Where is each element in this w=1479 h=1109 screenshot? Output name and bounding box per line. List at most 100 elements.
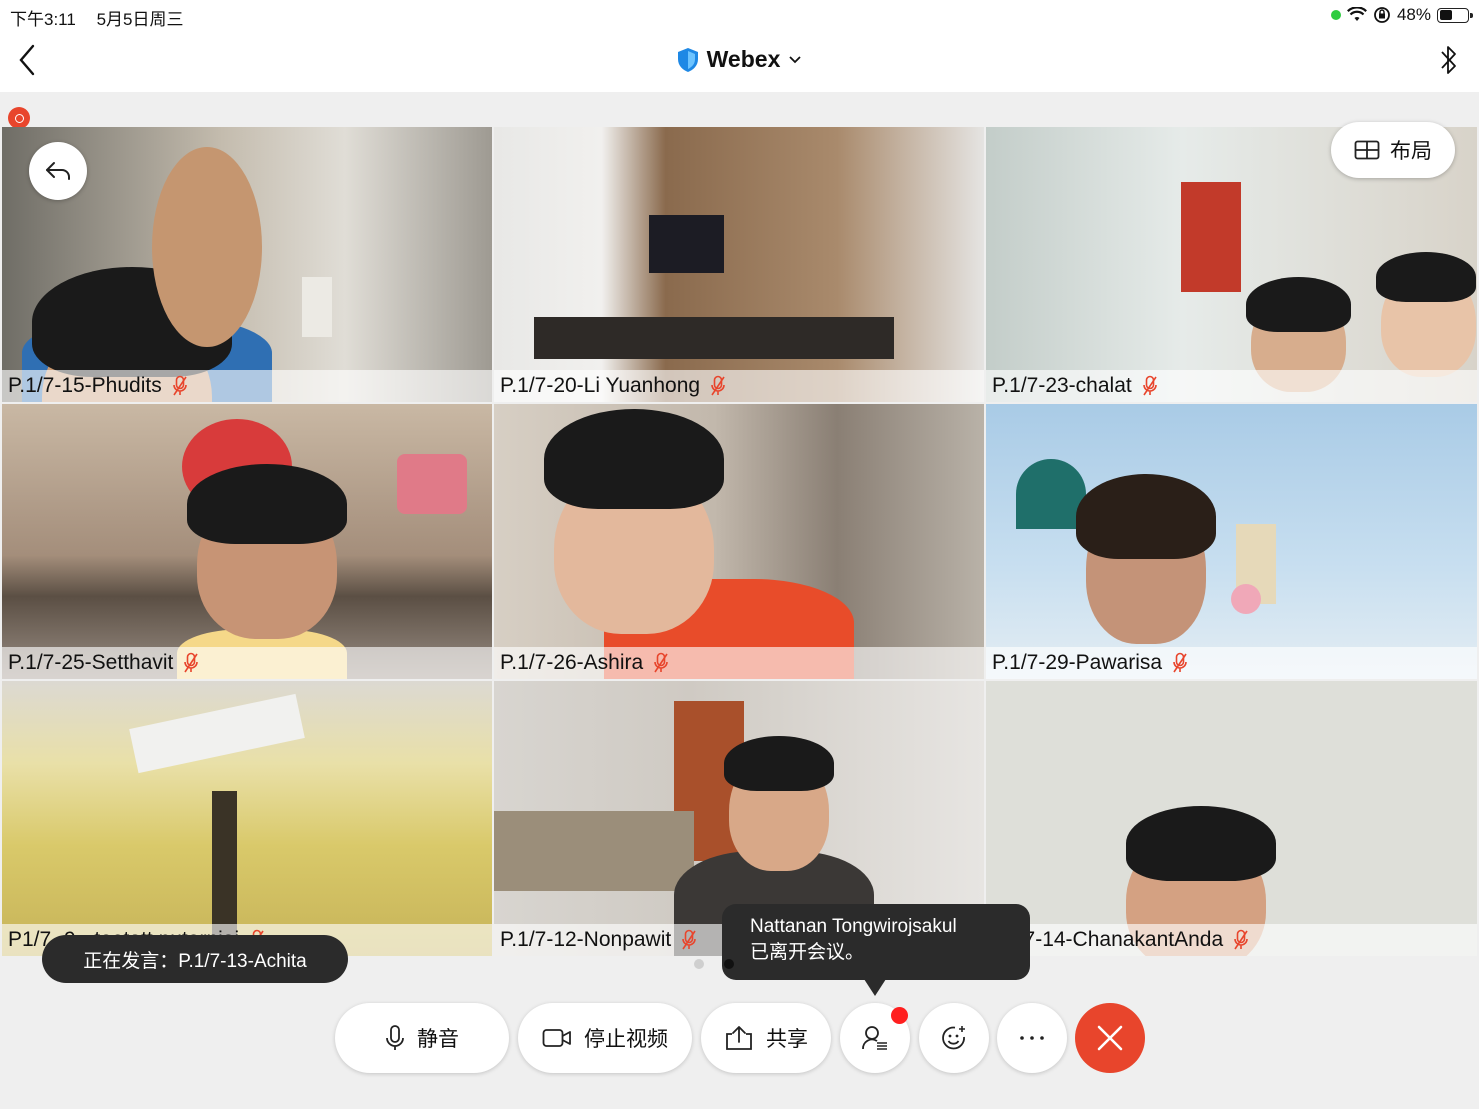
person-hair [724, 736, 834, 791]
more-icon [1020, 1036, 1044, 1040]
page-indicator [694, 959, 734, 969]
more-options-button[interactable] [997, 1003, 1067, 1073]
participant-label: P.1/7-29-Pawarisa [986, 647, 1477, 679]
video-tile[interactable]: P.1/7-25-Setthavit [2, 404, 492, 679]
conference-table [534, 317, 894, 359]
reactions-button[interactable] [919, 1003, 989, 1073]
muted-mic-icon [654, 652, 669, 673]
video-feed [2, 681, 492, 956]
video-feed [986, 681, 1477, 956]
participant-label: P.1/7-26-Ashira [494, 647, 984, 679]
status-left: 下午3:11 5月5日周三 [10, 5, 183, 30]
video-tile[interactable]: P.1/7-29-Pawarisa [986, 404, 1477, 679]
person-hair [1126, 806, 1276, 881]
air-conditioner [129, 693, 305, 774]
meeting-title: Webex [706, 46, 781, 72]
participant-name: P.1/7-20-Li Yuanhong [500, 374, 701, 397]
status-bar: 下午3:11 5月5日周三 48% [0, 0, 1479, 30]
layout-label: 布局 [1390, 140, 1432, 163]
video-feed [2, 404, 492, 679]
red-shrine [1181, 182, 1241, 292]
mute-label: 静音 [417, 1028, 459, 1051]
video-tile[interactable]: P1/7 -9 - teetatt putornjai [2, 681, 492, 956]
video-camera-icon [542, 1029, 571, 1047]
video-feed [494, 404, 984, 679]
meeting-title-dropdown[interactable]: Webex [0, 46, 1479, 73]
status-date: 5月5日周三 [96, 10, 184, 29]
muted-mic-icon [1234, 929, 1248, 950]
participant-label: P.1/7-20-Li Yuanhong [494, 370, 984, 402]
muted-mic-icon [711, 375, 725, 396]
stop-video-button[interactable]: 停止视频 [518, 1003, 692, 1073]
return-button[interactable] [29, 142, 87, 200]
rotation-lock-icon [1374, 7, 1390, 23]
muted-mic-icon [1142, 375, 1157, 396]
person-hair [1376, 252, 1476, 302]
bluetooth-button[interactable] [1437, 42, 1461, 78]
page-dot[interactable] [694, 959, 704, 969]
participant-name: P.1/7-12-Nonpawit [500, 928, 672, 951]
toast-tail [864, 979, 886, 996]
bluetooth-icon [1441, 46, 1456, 74]
end-call-button[interactable] [1075, 1003, 1145, 1073]
mute-button[interactable]: 静音 [335, 1003, 509, 1073]
participant-name: P.1/7-23-chalat [992, 374, 1132, 397]
participant-label: P.1/7-23-chalat [986, 370, 1477, 402]
muted-mic-icon [1173, 652, 1187, 673]
participant-label: P1/7-14-ChanakantAnda [986, 924, 1477, 956]
bottom-margin [0, 1085, 1479, 1109]
microphone-icon [386, 1025, 404, 1050]
participant-label: P.1/7-25-Setthavit [2, 647, 492, 679]
person-hair [1246, 277, 1351, 332]
notification-badge [891, 1007, 908, 1024]
layout-button[interactable]: 布局 [1331, 122, 1455, 178]
scene-shape [1231, 584, 1261, 614]
person-hair [544, 409, 724, 509]
shield-icon [677, 47, 698, 72]
reply-arrow-icon [46, 162, 70, 180]
battery-icon [1437, 7, 1473, 23]
chevron-down-icon [789, 55, 801, 63]
page-dot-active[interactable] [724, 959, 734, 969]
close-icon [1097, 1025, 1123, 1051]
toy-shelf [494, 811, 694, 891]
muted-mic-icon [184, 652, 199, 673]
video-feed [986, 404, 1477, 679]
participants-button[interactable] [840, 1003, 910, 1073]
recording-indicator-icon [8, 107, 30, 129]
person-arm [152, 147, 262, 347]
person-hair [187, 464, 347, 544]
status-right: 48% [1330, 5, 1473, 25]
share-icon [726, 1026, 752, 1050]
participant-name: P.1/7-26-Ashira [500, 651, 644, 674]
share-label: 共享 [766, 1028, 808, 1051]
person-hair [1076, 474, 1216, 559]
scene-shape [302, 277, 332, 337]
participants-icon [862, 1026, 887, 1050]
battery-percent: 48% [1396, 5, 1431, 24]
video-tile[interactable]: P.1/7-26-Ashira [494, 404, 984, 679]
muted-mic-icon [682, 929, 697, 950]
pink-bag [397, 454, 467, 514]
meeting-controls: 静音 停止视频 共享 [0, 1003, 1479, 1077]
share-button[interactable]: 共享 [701, 1003, 831, 1073]
toast-name: Nattanan Tongwirojsakul [750, 916, 957, 937]
muted-mic-icon [172, 375, 187, 396]
wifi-icon [1346, 7, 1367, 21]
video-tile[interactable]: P1/7-14-ChanakantAnda [986, 681, 1477, 956]
nav-bar: Webex [0, 30, 1479, 92]
participant-label: P.1/7-15-Phudits [2, 370, 492, 402]
toast-message: 已离开会议。 [750, 942, 865, 963]
camera-in-use-dot [1330, 10, 1341, 20]
video-feed [494, 127, 984, 402]
active-speaker-indicator: 正在发言：P.1/7-13-Achita [42, 935, 348, 983]
video-tile[interactable]: P.1/7-20-Li Yuanhong [494, 127, 984, 402]
status-time: 下午3:11 [10, 10, 76, 29]
battery-fill [1439, 10, 1453, 20]
participant-left-toast: Nattanan Tongwirojsakul 已离开会议。 [722, 904, 1030, 980]
emoji-add-icon [942, 1026, 965, 1050]
participant-name: P.1/7-25-Setthavit [8, 651, 174, 674]
wall-screen [649, 215, 724, 273]
participant-name: P.1/7-29-Pawarisa [992, 651, 1163, 674]
video-grid: P.1/7-15-Phudits P.1/7-20-Li Yuanhong P.… [2, 127, 1477, 956]
